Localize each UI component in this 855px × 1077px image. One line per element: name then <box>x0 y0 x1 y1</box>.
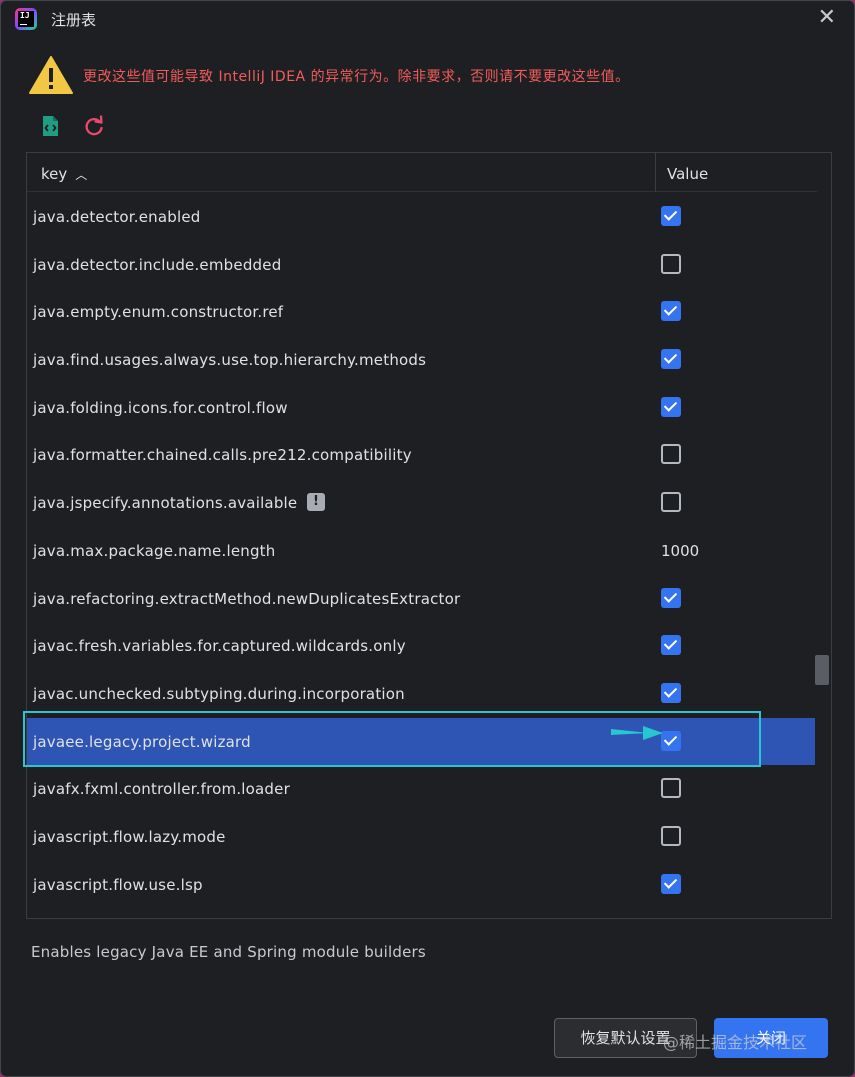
registry-key: javafx.fxml.controller.from.loader <box>33 780 290 799</box>
table-row[interactable]: javac.fresh.variables.for.captured.wildc… <box>27 622 815 670</box>
intellij-app-icon: IJ <box>15 8 37 30</box>
arrow-annotation-icon <box>611 726 663 740</box>
info-badge-icon[interactable]: ! <box>307 493 325 512</box>
registry-key: java.refactoring.extractMethod.newDuplic… <box>33 589 461 608</box>
checkbox-checked[interactable] <box>661 635 681 656</box>
table-row[interactable]: java.folding.icons.for.control.flow <box>27 384 815 432</box>
registry-key: javascript.flow.lazy.mode <box>33 827 226 846</box>
table-header: key ︿ Value <box>27 153 817 192</box>
registry-table: key ︿ Value java.detector.enabled java.det… <box>26 152 832 919</box>
checkbox-unchecked[interactable] <box>661 253 681 274</box>
registry-key: javaee.legacy.project.wizard <box>33 732 251 751</box>
table-row[interactable]: javaee.legacy.project.wizard <box>27 717 815 766</box>
checkbox-unchecked[interactable] <box>661 492 681 513</box>
restore-defaults-button[interactable]: 恢复默认设置 <box>554 1018 697 1058</box>
checkbox-checked[interactable] <box>661 206 681 226</box>
table-row[interactable]: java.formatter.chained.calls.pre212.comp… <box>27 431 815 479</box>
registry-key: javac.fresh.variables.for.captured.wildc… <box>33 637 406 656</box>
column-header-key[interactable]: key ︿ <box>41 165 87 183</box>
table-row[interactable]: java.detector.include.embedded <box>27 241 815 289</box>
close-icon[interactable]: ✕ <box>818 5 836 30</box>
table-row[interactable]: javascript.flow.lazy.mode <box>27 813 815 861</box>
column-header-value[interactable]: Value <box>667 165 708 183</box>
checkbox-checked[interactable] <box>661 873 681 894</box>
checkbox-unchecked[interactable] <box>661 778 681 799</box>
registry-key: java.find.usages.always.use.top.hierarch… <box>33 351 427 370</box>
registry-dialog: IJ 注册表 ✕ 更改这些值可能导致 IntelliJ IDEA 的异常行为。除… <box>0 0 855 1077</box>
sort-ascending-icon: ︿ <box>75 168 88 182</box>
registry-key: java.detector.enabled <box>33 208 201 226</box>
registry-key: java.empty.enum.constructor.ref <box>33 303 284 322</box>
registry-key: java.formatter.chained.calls.pre212.comp… <box>33 446 412 465</box>
registry-key: java.detector.include.embedded <box>33 255 282 274</box>
key-column-label: key <box>41 165 68 183</box>
title-bar: IJ 注册表 ✕ <box>1 1 854 39</box>
reset-refresh-icon[interactable] <box>81 113 107 139</box>
export-file-icon[interactable] <box>37 113 63 139</box>
app-icon-text: IJ <box>18 11 34 27</box>
checkbox-checked[interactable] <box>661 301 681 322</box>
warning-message: 更改这些值可能导致 IntelliJ IDEA 的异常行为。除非要求，否则请不要… <box>83 69 630 85</box>
table-rows: java.detector.enabled java.detector.inclu… <box>27 193 817 908</box>
registry-key: java.jspecify.annotations.available <box>33 494 298 513</box>
checkbox-checked[interactable] <box>661 396 681 417</box>
table-row[interactable]: javascript.flow.use.lsp <box>27 861 815 909</box>
dialog-title: 注册表 <box>51 11 97 29</box>
table-row[interactable]: java.jspecify.annotations.available! <box>27 479 815 527</box>
table-row[interactable]: javac.unchecked.subtyping.during.incorpo… <box>27 670 815 718</box>
registry-value[interactable]: 1000 <box>661 542 699 560</box>
registry-key: javac.unchecked.subtyping.during.incorpo… <box>33 684 405 703</box>
table-row[interactable]: java.find.usages.always.use.top.hierarch… <box>27 336 815 384</box>
registry-key: java.folding.icons.for.control.flow <box>33 398 288 417</box>
registry-key: javascript.flow.use.lsp <box>33 875 203 894</box>
checkbox-checked[interactable] <box>661 587 681 608</box>
checkbox-checked[interactable] <box>661 682 681 703</box>
vertical-scrollbar-thumb[interactable] <box>815 655 829 685</box>
table-row[interactable]: javafx.fxml.controller.from.loader <box>27 765 815 813</box>
selected-key-description: Enables legacy Java EE and Spring module… <box>31 943 426 961</box>
close-button[interactable]: 关闭 <box>714 1018 828 1058</box>
table-row[interactable]: java.detector.enabled <box>27 193 815 241</box>
column-divider[interactable] <box>655 153 656 192</box>
registry-key: java.max.package.name.length <box>33 541 276 560</box>
warning-triangle-icon <box>29 56 73 94</box>
table-row[interactable]: java.empty.enum.constructor.ref <box>27 288 815 336</box>
checkbox-unchecked[interactable] <box>661 444 681 465</box>
table-row[interactable]: java.refactoring.extractMethod.newDuplic… <box>27 575 815 623</box>
checkbox-unchecked[interactable] <box>661 825 681 846</box>
table-row[interactable]: java.max.package.name.length 1000 <box>27 527 815 575</box>
checkbox-checked[interactable] <box>661 349 681 370</box>
